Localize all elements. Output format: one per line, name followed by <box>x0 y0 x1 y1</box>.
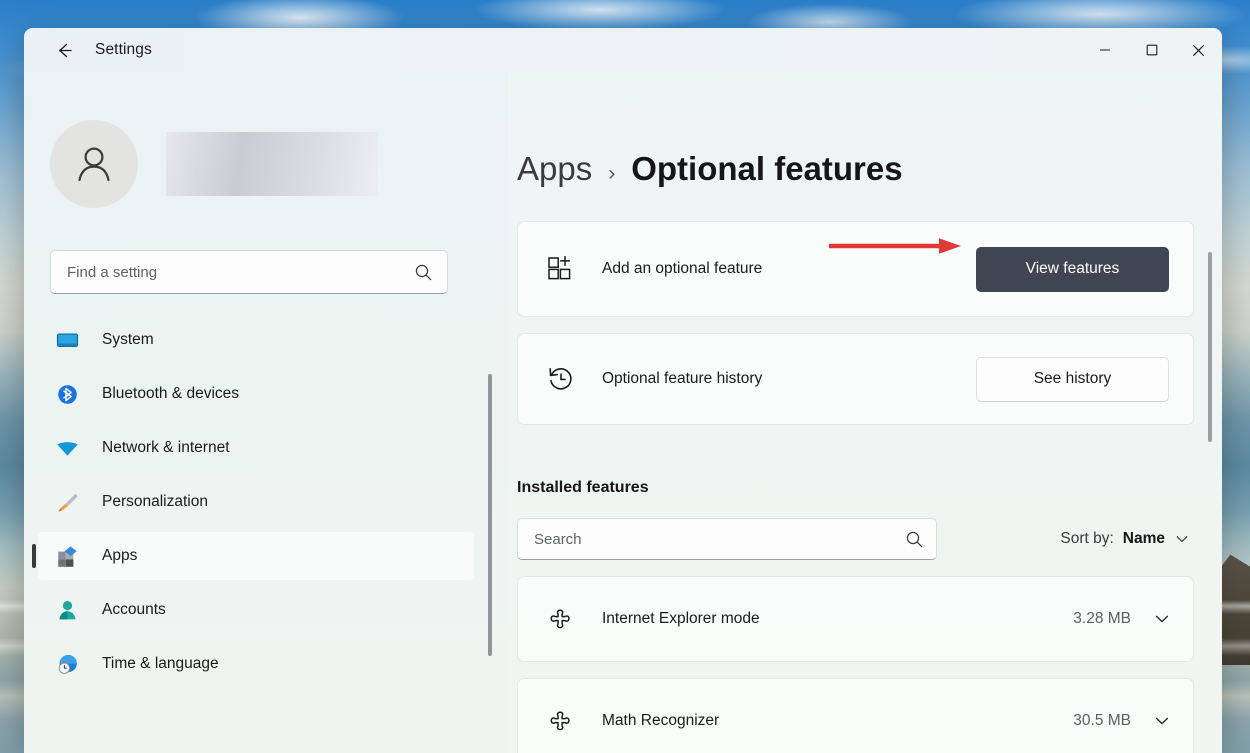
person-avatar-icon <box>78 147 110 182</box>
person-icon <box>54 597 80 623</box>
installed-features-heading: Installed features <box>517 479 649 496</box>
sidebar-item-bluetooth-devices[interactable]: Bluetooth & devices <box>38 370 474 418</box>
account-name-redacted <box>166 132 378 196</box>
puzzle-piece-icon <box>544 707 576 735</box>
paintbrush-icon <box>54 489 80 515</box>
sidebar-item-apps[interactable]: Apps <box>32 532 474 580</box>
installed-search-input[interactable] <box>534 530 905 548</box>
search-input[interactable] <box>67 263 414 281</box>
clock-globe-icon <box>54 651 80 677</box>
installed-search-box[interactable] <box>517 518 937 560</box>
search-icon <box>906 531 923 547</box>
sidebar-item-label: Time & language <box>102 655 219 672</box>
close-button[interactable] <box>1175 28 1222 72</box>
chevron-right-icon: › <box>608 162 616 185</box>
maximize-button[interactable] <box>1128 28 1175 72</box>
apps-grid-icon <box>54 543 80 569</box>
sort-by-label: Sort by: <box>1060 530 1114 547</box>
find-a-setting-box[interactable] <box>50 250 448 294</box>
sidebar-item-label: Bluetooth & devices <box>102 385 240 402</box>
sidebar-item-time-language[interactable]: Time & language <box>38 640 474 688</box>
add-optional-feature-label: Add an optional feature <box>602 260 763 277</box>
bluetooth-icon <box>54 381 80 407</box>
installed-filter-row: Sort by: Name <box>517 518 1194 560</box>
breadcrumb: Apps › Optional features <box>508 72 1184 188</box>
sidebar: System Bluetooth & devices <box>24 72 508 753</box>
window-body: System Bluetooth & devices <box>24 72 1222 753</box>
sidebar-item-label: Apps <box>102 547 138 564</box>
search-icon <box>415 264 432 280</box>
feature-size: 3.28 MB <box>1073 610 1131 627</box>
sidebar-item-label: Network & internet <box>102 439 230 456</box>
close-icon <box>1192 44 1205 56</box>
wifi-icon <box>54 435 80 461</box>
add-optional-feature-card: Add an optional feature View features <box>517 221 1194 317</box>
feature-row-math-recognizer[interactable]: Math Recognizer 30.5 MB <box>517 678 1194 753</box>
see-history-button[interactable]: See history <box>976 356 1169 402</box>
feature-size: 30.5 MB <box>1073 712 1131 729</box>
puzzle-piece-icon <box>544 605 576 633</box>
history-clock-icon <box>544 364 578 394</box>
sidebar-scrollbar[interactable] <box>488 374 492 656</box>
back-arrow-icon <box>58 43 72 57</box>
sidebar-nav: System Bluetooth & devices Network & int… <box>24 316 508 714</box>
sidebar-item-label: System <box>102 331 154 348</box>
optional-feature-history-label: Optional feature history <box>602 370 763 387</box>
chevron-down-icon[interactable] <box>1153 610 1171 628</box>
maximize-icon <box>1146 44 1157 56</box>
add-grid-icon <box>544 254 578 284</box>
sidebar-item-network-internet[interactable]: Network & internet <box>38 424 474 472</box>
minimize-icon <box>1099 49 1110 51</box>
window-title: Settings <box>95 41 152 58</box>
breadcrumb-root[interactable]: Apps <box>517 150 592 188</box>
window-controls <box>1081 28 1222 72</box>
feature-row-internet-explorer-mode[interactable]: Internet Explorer mode 3.28 MB <box>517 576 1194 662</box>
sort-by-value: Name <box>1122 530 1165 547</box>
window-titlebar: Settings <box>24 28 1222 72</box>
main-scrollbar[interactable] <box>1208 252 1212 442</box>
page-title: Optional features <box>631 150 903 187</box>
account-header[interactable] <box>24 72 508 208</box>
settings-window: Settings Find a setting System Bluetooth… <box>24 28 1222 753</box>
sidebar-item-label: Personalization <box>102 493 208 510</box>
sidebar-item-personalization[interactable]: Personalization <box>38 478 474 526</box>
back-button[interactable] <box>46 34 82 66</box>
monitor-icon <box>54 327 80 353</box>
desktop-wallpaper: Settings Find a setting System Bluetooth… <box>0 0 1250 753</box>
sidebar-item-label: Accounts <box>102 601 166 618</box>
sort-by-dropdown[interactable]: Sort by: Name <box>1056 524 1194 554</box>
chevron-down-icon <box>1176 536 1188 543</box>
view-features-button[interactable]: View features <box>976 246 1169 292</box>
optional-feature-history-card: Optional feature history See history <box>517 333 1194 425</box>
feature-name: Internet Explorer mode <box>602 610 760 627</box>
main-content: Apps › Optional features Add an optional… <box>508 72 1222 753</box>
minimize-button[interactable] <box>1081 28 1128 72</box>
chevron-down-icon[interactable] <box>1153 712 1171 730</box>
avatar <box>50 120 138 208</box>
sidebar-item-system[interactable]: System <box>38 316 474 364</box>
feature-name: Math Recognizer <box>602 712 720 729</box>
sidebar-item-accounts[interactable]: Accounts <box>38 586 474 634</box>
